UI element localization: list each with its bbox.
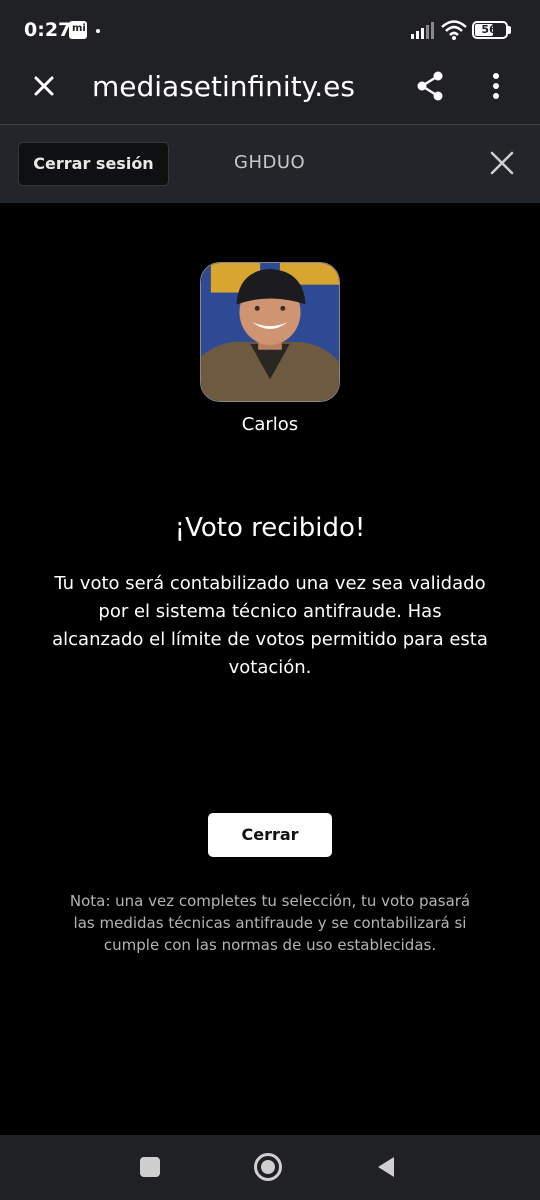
navigation-bar (0, 1135, 540, 1200)
confirmation-message: Tu voto será contabilizado una vez sea v… (52, 573, 488, 678)
battery-icon: 56 (472, 21, 508, 39)
close-icon[interactable] (484, 145, 520, 181)
mi-icon (69, 21, 87, 39)
candidate-avatar (200, 262, 340, 402)
status-time: 0:27 (24, 19, 72, 41)
status-bar: 0:27 56 (0, 0, 540, 56)
candidate-name: Carlos (241, 414, 299, 435)
home-icon[interactable] (254, 1153, 282, 1181)
battery-level: 56 (481, 23, 497, 36)
username: GHDUO (234, 152, 306, 173)
site-header: Cerrar sesión GHDUO (0, 125, 540, 203)
notification-dot-icon (96, 29, 100, 33)
browser-toolbar: mediasetinfinity.es (0, 56, 540, 124)
back-icon[interactable] (374, 1155, 398, 1179)
signal-icon (411, 22, 434, 39)
more-vert-icon[interactable] (480, 66, 512, 106)
close-button[interactable]: Cerrar (208, 813, 332, 857)
share-icon[interactable] (410, 66, 450, 106)
recents-icon[interactable] (140, 1157, 160, 1177)
footnote: Nota: una vez completes tu selección, tu… (69, 892, 471, 954)
page-title: ¡Voto recibido! (174, 513, 366, 543)
close-icon[interactable] (24, 66, 64, 106)
url-bar[interactable]: mediasetinfinity.es (92, 70, 362, 103)
logout-button[interactable]: Cerrar sesión (18, 142, 169, 186)
wifi-icon (441, 20, 467, 40)
